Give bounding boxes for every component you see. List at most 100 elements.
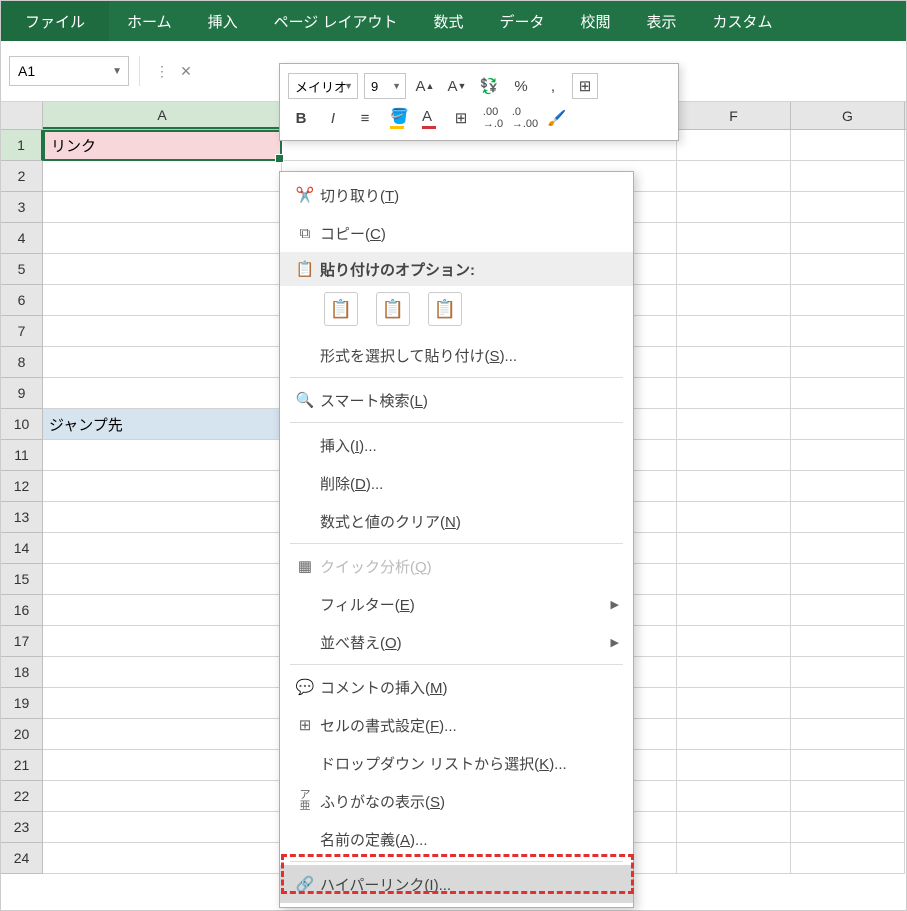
- cell[interactable]: [43, 688, 282, 719]
- cell[interactable]: [43, 316, 282, 347]
- cell[interactable]: [677, 688, 791, 719]
- cell[interactable]: [43, 471, 282, 502]
- cell[interactable]: [43, 533, 282, 564]
- cell[interactable]: [791, 192, 905, 223]
- menu-hyperlink[interactable]: 🔗 ハイパーリンク(I)...: [280, 865, 633, 903]
- cell[interactable]: [43, 750, 282, 781]
- cell[interactable]: [43, 812, 282, 843]
- cell[interactable]: [43, 657, 282, 688]
- cancel-icon[interactable]: ✕: [174, 59, 198, 83]
- font-size-combo[interactable]: 9 ▼: [364, 73, 406, 99]
- cell[interactable]: [43, 502, 282, 533]
- cell[interactable]: [791, 471, 905, 502]
- increase-font-icon[interactable]: A▲: [412, 73, 438, 99]
- menu-define-name[interactable]: 名前の定義(A)...: [280, 820, 633, 858]
- chevron-down-icon[interactable]: ▼: [112, 66, 122, 77]
- align-icon[interactable]: ≡: [352, 105, 378, 131]
- cell[interactable]: [677, 223, 791, 254]
- menu-sort[interactable]: 並べ替え(O) ▶: [280, 623, 633, 661]
- cell[interactable]: [43, 440, 282, 471]
- cell[interactable]: [677, 657, 791, 688]
- cell[interactable]: [791, 223, 905, 254]
- font-color-icon[interactable]: A: [416, 105, 442, 131]
- row-header[interactable]: 5: [1, 254, 43, 285]
- cell[interactable]: [43, 595, 282, 626]
- row-header[interactable]: 24: [1, 843, 43, 874]
- cell[interactable]: [677, 471, 791, 502]
- menu-dropdown-pick[interactable]: ドロップダウン リストから選択(K)...: [280, 744, 633, 782]
- cell[interactable]: [791, 843, 905, 874]
- cell[interactable]: [791, 533, 905, 564]
- cell[interactable]: [677, 161, 791, 192]
- cell[interactable]: [677, 626, 791, 657]
- cell[interactable]: [791, 440, 905, 471]
- paste-option-values[interactable]: 📋: [376, 292, 410, 326]
- cell[interactable]: [791, 130, 905, 161]
- cell[interactable]: リンク: [43, 130, 282, 161]
- bold-button[interactable]: B: [288, 105, 314, 131]
- menu-paste-special[interactable]: 形式を選択して貼り付け(S)...: [280, 336, 633, 374]
- cell[interactable]: ジャンプ先: [43, 409, 282, 440]
- row-header[interactable]: 1: [1, 130, 43, 161]
- cell[interactable]: [43, 254, 282, 285]
- row-header[interactable]: 7: [1, 316, 43, 347]
- tab-data[interactable]: データ: [481, 1, 562, 41]
- cell[interactable]: [791, 502, 905, 533]
- select-all-corner[interactable]: [1, 102, 43, 129]
- paste-option-all[interactable]: 📋: [324, 292, 358, 326]
- cell[interactable]: [43, 192, 282, 223]
- cell[interactable]: [791, 564, 905, 595]
- tab-custom[interactable]: カスタム: [695, 1, 791, 41]
- menu-insert[interactable]: 挿入(I)...: [280, 426, 633, 464]
- chevron-down-icon[interactable]: ▼: [392, 81, 401, 91]
- row-header[interactable]: 6: [1, 285, 43, 316]
- cell[interactable]: [791, 316, 905, 347]
- menu-delete[interactable]: 削除(D)...: [280, 464, 633, 502]
- row-header[interactable]: 16: [1, 595, 43, 626]
- cell[interactable]: [677, 595, 791, 626]
- cell[interactable]: [43, 564, 282, 595]
- fill-color-icon[interactable]: 🪣: [384, 105, 410, 131]
- cell[interactable]: [791, 595, 905, 626]
- tab-page-layout[interactable]: ページ レイアウト: [256, 1, 416, 41]
- cell[interactable]: [43, 347, 282, 378]
- cell[interactable]: [43, 285, 282, 316]
- cell[interactable]: [677, 843, 791, 874]
- row-header[interactable]: 20: [1, 719, 43, 750]
- row-header[interactable]: 19: [1, 688, 43, 719]
- decrease-decimal-icon[interactable]: .0→.00: [512, 105, 538, 131]
- cell[interactable]: [677, 750, 791, 781]
- menu-filter[interactable]: フィルター(E) ▶: [280, 585, 633, 623]
- row-header[interactable]: 10: [1, 409, 43, 440]
- menu-copy[interactable]: ⧉ コピー(C): [280, 214, 633, 252]
- cell[interactable]: [677, 347, 791, 378]
- cell[interactable]: [677, 781, 791, 812]
- cell[interactable]: [677, 285, 791, 316]
- column-header-a[interactable]: A: [43, 102, 282, 129]
- row-header[interactable]: 3: [1, 192, 43, 223]
- row-header[interactable]: 14: [1, 533, 43, 564]
- cell[interactable]: [791, 409, 905, 440]
- row-header[interactable]: 9: [1, 378, 43, 409]
- cell[interactable]: [677, 812, 791, 843]
- cell[interactable]: [43, 161, 282, 192]
- cell[interactable]: [677, 192, 791, 223]
- chevron-down-icon[interactable]: ▼: [344, 81, 353, 91]
- cell[interactable]: [677, 719, 791, 750]
- increase-decimal-icon[interactable]: .00→.0: [480, 105, 506, 131]
- borders-icon[interactable]: ⊞: [448, 105, 474, 131]
- percent-icon[interactable]: %: [508, 73, 534, 99]
- column-header-f[interactable]: F: [677, 102, 791, 129]
- menu-clear[interactable]: 数式と値のクリア(N): [280, 502, 633, 540]
- row-header[interactable]: 13: [1, 502, 43, 533]
- cell[interactable]: [791, 347, 905, 378]
- cell[interactable]: [677, 409, 791, 440]
- row-header[interactable]: 2: [1, 161, 43, 192]
- cell[interactable]: [791, 812, 905, 843]
- cell[interactable]: [791, 378, 905, 409]
- italic-button[interactable]: I: [320, 105, 346, 131]
- cell[interactable]: [677, 440, 791, 471]
- row-header[interactable]: 18: [1, 657, 43, 688]
- menu-insert-comment[interactable]: 💬 コメントの挿入(M): [280, 668, 633, 706]
- tab-insert[interactable]: 挿入: [190, 1, 256, 41]
